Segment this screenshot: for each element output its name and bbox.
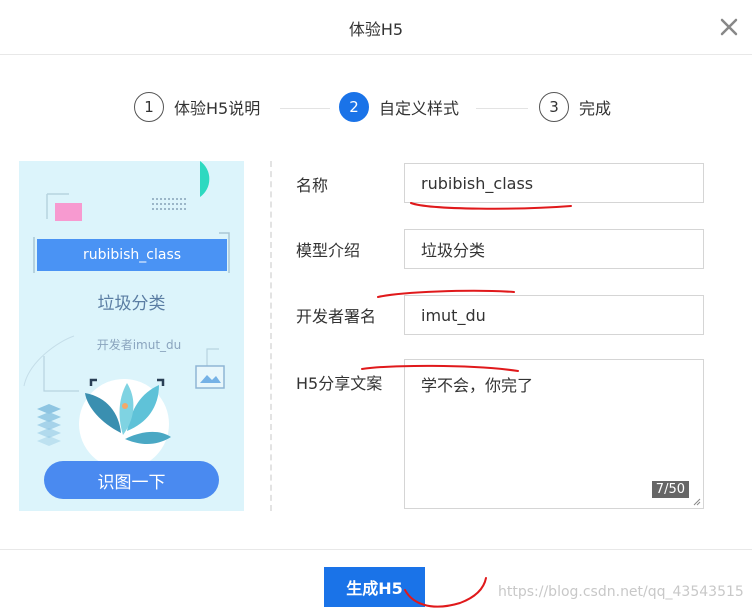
- watermark-text: https://blog.csdn.net/qq_43543515: [498, 584, 744, 600]
- step-connector: [280, 108, 330, 109]
- step-2: 2 自定义样式: [339, 92, 459, 122]
- char-counter: 7/50: [651, 481, 689, 498]
- step-label: 体验H5说明: [174, 99, 261, 118]
- author-label: 开发者署名: [296, 307, 377, 326]
- step-label: 完成: [579, 99, 612, 118]
- preview-model-text: 垃圾分类: [97, 294, 166, 314]
- steps-bar: 1 体验H5说明 2 自定义样式 3 完成: [0, 92, 752, 128]
- author-input[interactable]: imut_du: [404, 295, 704, 335]
- dialog-title: 体验H5: [348, 20, 404, 39]
- generate-h5-button[interactable]: 生成H5: [324, 567, 425, 607]
- step-connector: [476, 108, 528, 109]
- share-text-label: H5分享文案: [296, 374, 383, 393]
- dialog-header: 体验H5: [0, 0, 752, 55]
- footer-divider: [0, 549, 752, 550]
- vertical-divider: [270, 161, 272, 511]
- preview-name-banner: rubibish_class: [37, 239, 227, 271]
- share-text-value: 学不会，你完了: [421, 376, 534, 395]
- preview-recognize-button[interactable]: 识图一下: [44, 461, 219, 499]
- step-3: 3 完成: [539, 92, 611, 122]
- model-intro-input[interactable]: 垃圾分类: [404, 229, 704, 269]
- name-label: 名称: [296, 176, 329, 195]
- step-1: 1 体验H5说明: [134, 92, 260, 122]
- step-number: 2: [339, 92, 369, 122]
- step-label: 自定义样式: [379, 99, 460, 118]
- resize-handle-icon[interactable]: [693, 498, 701, 506]
- step-number: 1: [134, 92, 164, 122]
- step-number: 3: [539, 92, 569, 122]
- preview-developer-text: 开发者imut_du: [96, 338, 182, 352]
- name-input[interactable]: rubibish_class: [404, 163, 704, 203]
- h5-preview: rubibish_class 垃圾分类 开发者imut_du 识图一下: [19, 161, 244, 511]
- close-icon[interactable]: [716, 14, 742, 40]
- share-text-textarea[interactable]: 学不会，你完了 7/50: [404, 359, 704, 509]
- model-intro-label: 模型介绍: [296, 241, 361, 260]
